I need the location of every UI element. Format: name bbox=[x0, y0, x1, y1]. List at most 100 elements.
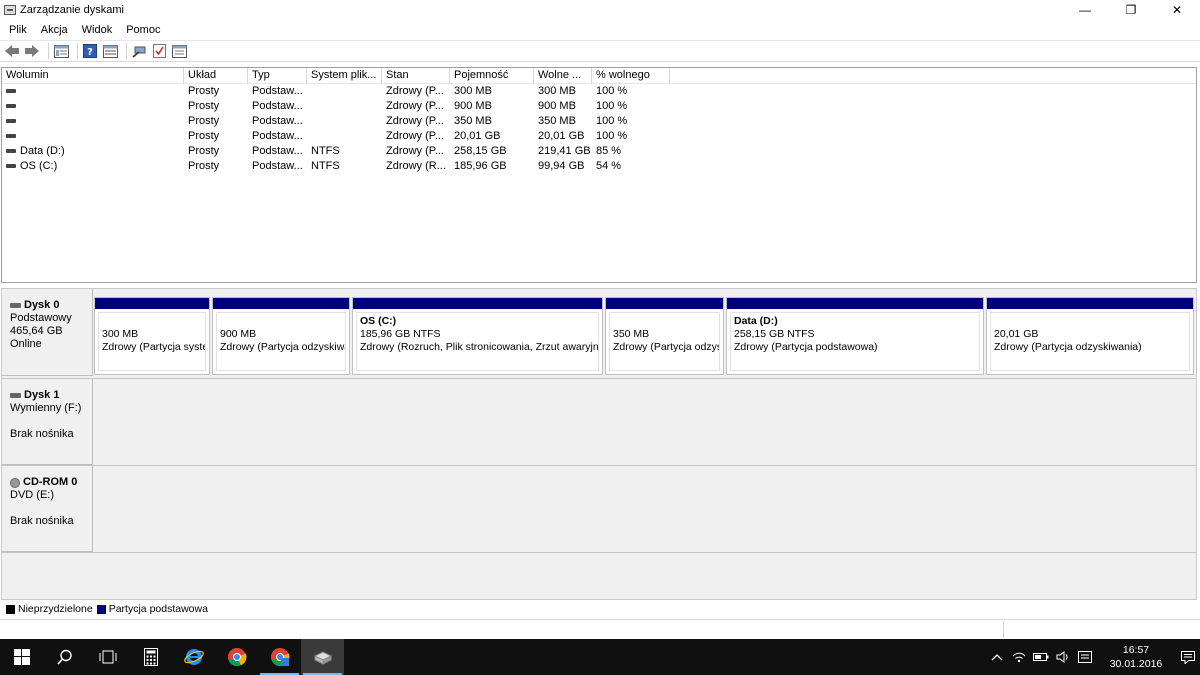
column-header-filesystem[interactable]: System plik... bbox=[307, 68, 382, 84]
partition[interactable]: Data (D:) 258,15 GB NTFS Zdrowy (Partycj… bbox=[726, 297, 984, 375]
volume-row[interactable]: Prosty Podstaw... Zdrowy (P... 20,01 GB 20,0… bbox=[2, 129, 1196, 144]
column-header-capacity[interactable]: Pojemność bbox=[450, 68, 534, 84]
action-center-button[interactable] bbox=[1176, 639, 1200, 675]
edge-browser-button[interactable] bbox=[172, 639, 215, 675]
partition[interactable]: 900 MB Zdrowy (Partycja odzyskiwa bbox=[212, 297, 350, 375]
system-tray: 16:57 30.01.2016 bbox=[986, 639, 1200, 675]
column-header-status[interactable]: Stan bbox=[382, 68, 450, 84]
cell-filesystem bbox=[307, 84, 382, 99]
help-icon[interactable]: ? bbox=[82, 43, 98, 59]
menu-help[interactable]: Pomoc bbox=[119, 24, 167, 36]
disk-status: Online bbox=[10, 338, 42, 350]
volume-icon[interactable] bbox=[1052, 639, 1074, 675]
cell-type-text: Podstaw... bbox=[252, 160, 303, 172]
cell-volume-text: OS (C:) bbox=[20, 160, 58, 172]
battery-icon[interactable] bbox=[1030, 639, 1052, 675]
partition[interactable]: 350 MB Zdrowy (Partycja odzys bbox=[605, 297, 724, 375]
disk-label[interactable]: Dysk 1 Wymienny (F:) Brak nośnika bbox=[2, 379, 93, 465]
cell-type-text: Podstaw... bbox=[252, 100, 303, 112]
search-button[interactable] bbox=[43, 639, 86, 675]
partition[interactable]: 300 MB Zdrowy (Partycja syste bbox=[94, 297, 210, 375]
volume-row[interactable]: Prosty Podstaw... Zdrowy (P... 300 MB 300 MB… bbox=[2, 84, 1196, 99]
disk-label[interactable]: CD-ROM 0 DVD (E:) Brak nośnika bbox=[2, 466, 93, 552]
forward-arrow-icon[interactable] bbox=[24, 43, 40, 59]
title-bar: Zarządzanie dyskami — ❐ ✕ bbox=[0, 0, 1200, 20]
partition-name: OS (C:) bbox=[360, 315, 397, 327]
disk-type: DVD (E:) bbox=[10, 489, 54, 501]
clock-date: 30.01.2016 bbox=[1109, 658, 1163, 670]
cell-percent-free: 100 % bbox=[592, 99, 670, 114]
notification-icon bbox=[1181, 650, 1195, 664]
cell-percent-free: 54 % bbox=[592, 159, 670, 174]
cell-free-text: 20,01 GB bbox=[538, 130, 585, 142]
volume-row[interactable]: Prosty Podstaw... Zdrowy (P... 900 MB 900 MB… bbox=[2, 99, 1196, 114]
task-view-button[interactable] bbox=[86, 639, 129, 675]
cell-type: Podstaw... bbox=[248, 114, 307, 129]
partition-body: 300 MB Zdrowy (Partycja syste bbox=[98, 312, 206, 371]
cell-capacity-text: 900 MB bbox=[454, 100, 492, 112]
partition-status: Zdrowy (Partycja odzys bbox=[613, 341, 720, 353]
menu-action[interactable]: Akcja bbox=[34, 24, 75, 36]
clock[interactable]: 16:57 30.01.2016 bbox=[1096, 643, 1176, 671]
partition-name bbox=[102, 315, 205, 328]
partition-status: Zdrowy (Partycja podstawowa) bbox=[734, 341, 878, 353]
partition-header-bar bbox=[95, 298, 209, 309]
connect-icon[interactable] bbox=[131, 43, 147, 59]
cell-free-text: 350 MB bbox=[538, 115, 576, 127]
column-header-percent-free[interactable]: % wolnego bbox=[592, 68, 670, 84]
chevron-up-icon[interactable] bbox=[986, 639, 1008, 675]
column-header-volume[interactable]: Wolumin bbox=[2, 68, 184, 84]
partition[interactable]: OS (C:) 185,96 GB NTFS Zdrowy (Rozruch, … bbox=[352, 297, 603, 375]
cell-layout: Prosty bbox=[184, 99, 248, 114]
volume-list[interactable]: Wolumin Układ Typ System plik... Stan Po… bbox=[1, 67, 1197, 283]
disk-row-1: Dysk 1 Wymienny (F:) Brak nośnika bbox=[2, 379, 1196, 465]
volume-row[interactable]: Prosty Podstaw... Zdrowy (P... 350 MB 350 MB… bbox=[2, 114, 1196, 129]
cell-percent-free-text: 100 % bbox=[596, 85, 628, 97]
cell-percent-free-text: 100 % bbox=[596, 100, 628, 112]
partition[interactable]: 20,01 GB Zdrowy (Partycja odzyskiwania) bbox=[986, 297, 1194, 375]
volume-row[interactable]: OS (C:) Prosty Podstaw... NTFS Zdrowy (R... 1… bbox=[2, 159, 1196, 174]
settings-panel-icon[interactable] bbox=[171, 43, 187, 59]
clock-time: 16:57 bbox=[1122, 644, 1150, 656]
partition-body: 900 MB Zdrowy (Partycja odzyskiwa bbox=[216, 312, 346, 371]
partition-status: Zdrowy (Partycja odzyskiwania) bbox=[994, 341, 1142, 353]
restore-button[interactable]: ❐ bbox=[1108, 0, 1154, 20]
cell-free: 20,01 GB bbox=[534, 129, 592, 144]
cell-capacity: 20,01 GB bbox=[450, 129, 534, 144]
wifi-icon[interactable] bbox=[1008, 639, 1030, 675]
properties-icon[interactable] bbox=[102, 43, 118, 59]
cell-free: 99,94 GB bbox=[534, 159, 592, 174]
disk-name: CD-ROM 0 bbox=[23, 476, 78, 488]
cell-layout-text: Prosty bbox=[188, 85, 220, 97]
volume-row[interactable]: Data (D:) Prosty Podstaw... NTFS Zdrowy (P..… bbox=[2, 144, 1196, 159]
cell-capacity: 300 MB bbox=[450, 84, 534, 99]
checklist-icon[interactable] bbox=[151, 43, 167, 59]
chrome-button[interactable] bbox=[215, 639, 258, 675]
legend-swatch bbox=[96, 604, 106, 614]
volume-icon bbox=[6, 149, 16, 154]
cell-type-text: Podstaw... bbox=[252, 85, 303, 97]
column-header-layout[interactable]: Układ bbox=[184, 68, 248, 84]
chrome-user-button[interactable] bbox=[258, 639, 301, 675]
back-arrow-icon[interactable] bbox=[4, 43, 20, 59]
cell-percent-free-text: 85 % bbox=[596, 145, 622, 157]
minimize-button[interactable]: — bbox=[1062, 0, 1108, 20]
list-view-icon[interactable] bbox=[53, 43, 69, 59]
cell-percent-free-text: 100 % bbox=[596, 130, 628, 142]
taskbar: 16:57 30.01.2016 bbox=[0, 639, 1200, 675]
calculator-button[interactable] bbox=[129, 639, 172, 675]
cell-status-text: Zdrowy (P... bbox=[386, 85, 444, 97]
column-header-type[interactable]: Typ bbox=[248, 68, 307, 84]
menu-view[interactable]: Widok bbox=[75, 24, 120, 36]
partition-body: 350 MB Zdrowy (Partycja odzys bbox=[609, 312, 720, 371]
menu-file[interactable]: Plik bbox=[0, 24, 34, 36]
column-header-free[interactable]: Wolne ... bbox=[534, 68, 592, 84]
disk-label[interactable]: Dysk 0 Podstawowy 465,64 GB Online bbox=[2, 289, 93, 376]
cell-layout-text: Prosty bbox=[188, 115, 220, 127]
keyboard-icon[interactable] bbox=[1074, 639, 1096, 675]
toolbar-separator bbox=[77, 43, 78, 59]
start-button[interactable] bbox=[0, 639, 43, 675]
close-button[interactable]: ✕ bbox=[1154, 0, 1200, 20]
disk-management-taskbar-button[interactable] bbox=[301, 639, 344, 675]
partition-size: 258,15 GB NTFS bbox=[734, 328, 815, 340]
